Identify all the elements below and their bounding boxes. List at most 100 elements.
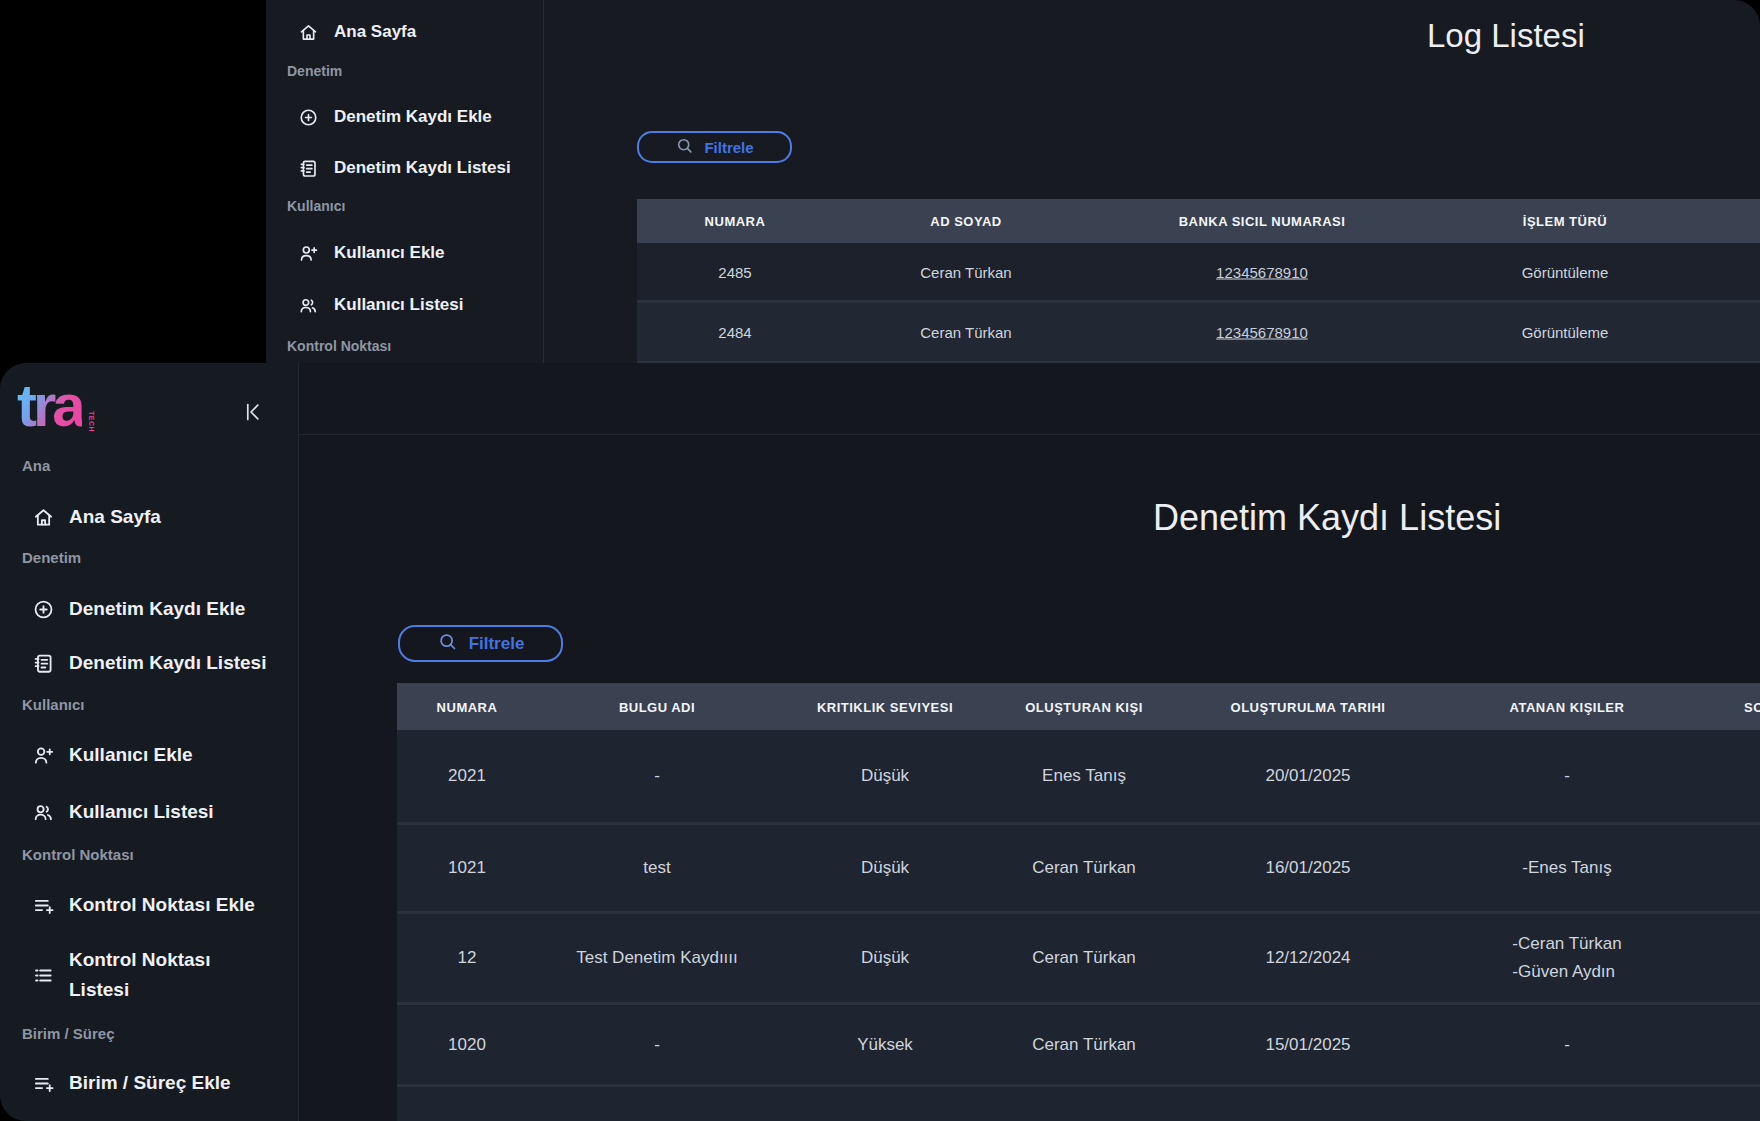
search-icon [675, 136, 694, 155]
table-header: NUMARA BULGU ADI KRITIKLIK SEVIYESI OLUŞTUR… [397, 683, 1760, 730]
column-header-banka-sicil-numarasi: BANKA SICIL NUMARASI [1179, 214, 1346, 229]
sidebar-section-kontrol-noktasi: Kontrol Noktası [287, 338, 391, 354]
table-row[interactable] [397, 1087, 1760, 1121]
sidebar-item-denetim-kaydi-listesi[interactable]: Denetim Kaydı Listesi [298, 147, 511, 189]
sidebar-item-denetim-kaydi-ekle[interactable]: Denetim Kaydı Ekle [298, 96, 492, 138]
sidebar-collapse-button[interactable] [241, 400, 265, 428]
home-icon [32, 506, 55, 529]
sidebar-item-label: Ana Sayfa [334, 21, 416, 43]
sidebar-item-label: Kullanıcı Ekle [334, 242, 445, 264]
column-header-so: SO [1744, 699, 1760, 714]
column-header-atanan-kisiler: ATANAN KIŞILER [1510, 699, 1625, 714]
cell-numara: 1020 [448, 1035, 486, 1055]
cell-banka-sicil-numarasi[interactable]: 12345678910 [1216, 263, 1308, 280]
cell-i-slem-turu: Görüntüleme [1522, 324, 1609, 341]
sidebar-item-ana-sayfa[interactable]: Ana Sayfa [298, 11, 416, 53]
sidebar-item-label: Denetim Kaydı Listesi [69, 648, 266, 678]
sidebar-item-label: Denetim Kaydı Ekle [69, 594, 245, 624]
column-header-bulgu-adi: BULGU ADI [619, 699, 695, 714]
cell-olusturulma-tarihi: 16/01/2025 [1265, 858, 1350, 878]
logo-subtext: TECH [88, 411, 95, 432]
cell-numara: 1021 [448, 858, 486, 878]
sidebar-item-kullanici-listesi[interactable]: Kullanıcı Listesi [32, 791, 214, 833]
sidebar-section-kontrol-noktasi: Kontrol Noktası [22, 846, 134, 863]
cell-banka-sicil-numarasi[interactable]: 12345678910 [1216, 324, 1308, 341]
users-icon [298, 295, 319, 316]
list-icon [32, 964, 55, 987]
cell-kritiklik-seviyesi: Düşük [861, 948, 909, 968]
notebook-icon [32, 652, 55, 675]
sidebar-item-label: Denetim Kaydı Ekle [334, 106, 492, 128]
sidebar-item-label: Ana Sayfa [69, 502, 161, 532]
search-icon [437, 631, 458, 652]
sidebar-item-label: Kontrol Noktası Ekle [69, 890, 255, 920]
log-list-panel: Ana SayfaDenetimDenetim Kaydı EkleDeneti… [266, 0, 1760, 363]
collapse-icon [241, 400, 265, 424]
filter-button-label: Filtrele [469, 634, 525, 654]
table-header: NUMARAAD SOYADBANKA SICIL NUMARASIİŞLEM … [637, 199, 1760, 243]
column-header-numara: NUMARA [705, 214, 766, 229]
column-header-numara: NUMARA [437, 699, 498, 714]
sidebar-section-ana: Ana [22, 457, 50, 474]
table-row[interactable]: 1021testDüşükCeran Türkan16/01/2025-Enes… [397, 825, 1760, 911]
cell-numara: 2021 [448, 766, 486, 786]
cell-olusturan-kisi: Ceran Türkan [1032, 1035, 1136, 1055]
page-title: Log Listesi [1427, 17, 1585, 55]
column-header-ad-soyad: AD SOYAD [930, 214, 1001, 229]
table-row[interactable]: 12 Test Denetim Kaydıııı Düşük Ceran Türkan… [397, 914, 1760, 1002]
users-icon [32, 801, 55, 824]
cell-atanan-kisiler: -Ceran Türkan-Güven Aydın [1512, 930, 1621, 986]
filter-button[interactable]: Filtrele [637, 131, 792, 163]
sidebar-divider [298, 363, 299, 1121]
column-header-kritiklik-seviyesi: KRITIKLIK SEVIYESI [817, 699, 953, 714]
page-title: Denetim Kaydı Listesi [1153, 497, 1501, 539]
sidebar-item-kullanici-listesi[interactable]: Kullanıcı Listesi [298, 284, 463, 326]
sidebar-item-kullanici-ekle[interactable]: Kullanıcı Ekle [32, 734, 193, 776]
cell-ad-soyad: Ceran Türkan [920, 324, 1011, 341]
cell-kritiklik-seviyesi: Yüksek [857, 1035, 913, 1055]
sidebar-item-kullanici-ekle[interactable]: Kullanıcı Ekle [298, 232, 445, 274]
sidebar-item-label: Kontrol NoktasıListesi [69, 945, 210, 1005]
cell-kritiklik-seviyesi: Düşük [861, 858, 909, 878]
sidebar-item-denetim-kaydi-listesi[interactable]: Denetim Kaydı Listesi [32, 642, 266, 684]
list-add-icon [32, 1072, 55, 1095]
cell-olusturan-kisi: Ceran Türkan [1032, 948, 1136, 968]
sidebar-item-birim-surec-ekle[interactable]: Birim / Süreç Ekle [32, 1062, 231, 1104]
cell-bulgu-adi: - [654, 1035, 660, 1055]
sidebar-section-birim-surec: Birim / Süreç [22, 1025, 115, 1042]
cell-bulgu-adi: - [654, 766, 660, 786]
home-icon [298, 22, 319, 43]
sidebar-item-denetim-kaydi-ekle[interactable]: Denetim Kaydı Ekle [32, 588, 245, 630]
sidebar-item-kontrol-noktasi-ekle[interactable]: Kontrol Noktası Ekle [32, 884, 255, 926]
cell-atanan-kisiler: - [1564, 762, 1570, 790]
sidebar-item-label: Kullanıcı Ekle [69, 740, 193, 770]
column-header-olusturulma-tarihi: OLUŞTURULMA TARIHI [1231, 699, 1386, 714]
topbar-divider [299, 434, 1760, 435]
sidebar-item-label: Kullanıcı Listesi [69, 797, 214, 827]
cell-ad-soyad: Ceran Türkan [920, 263, 1011, 280]
sidebar-divider [543, 0, 544, 363]
table-row[interactable]: 2484 Ceran Türkan 12345678910 Görüntüleme [637, 303, 1760, 361]
table-row[interactable]: 1020-YüksekCeran Türkan15/01/2025- [397, 1005, 1760, 1084]
plus-circle-icon [298, 107, 319, 128]
logo: tra [17, 363, 82, 449]
cell-atanan-kisiler: -Enes Tanış [1522, 854, 1611, 882]
sidebar-item-label: Birim / Süreç Ekle [69, 1068, 231, 1098]
cell-numara: 12 [458, 948, 477, 968]
cell-olusturan-kisi: Enes Tanış [1042, 766, 1126, 786]
filter-button[interactable]: Filtrele [398, 625, 563, 662]
sidebar-item-kontrol-noktasi-listesi[interactable]: Kontrol NoktasıListesi [32, 943, 210, 1007]
sidebar-item-ana-sayfa[interactable]: Ana Sayfa [32, 496, 161, 538]
filter-button-label: Filtrele [704, 139, 753, 156]
table-row[interactable]: 2021-DüşükEnes Tanış20/01/2025- [397, 730, 1760, 822]
screen: Ana Sayfa Denetim Denetim Kaydı Ekle Deneti… [0, 0, 1760, 1121]
cell-bulgu-adi: Test Denetim Kaydıııı [576, 948, 738, 968]
sidebar-section-denetim: Denetim [22, 549, 81, 566]
cell-bulgu-adi: test [643, 858, 670, 878]
main-window: tra Ana Ana Sayfa Denetim Denetim Kaydı Ekl… [0, 363, 1760, 1121]
cell-atanan-kisiler: - [1564, 1031, 1570, 1059]
table-row[interactable]: 2485Ceran Türkan12345678910Görüntüleme [637, 243, 1760, 300]
list-add-icon [32, 894, 55, 917]
user-plus-icon [32, 744, 55, 767]
cell-numara: 2484 [718, 324, 751, 341]
